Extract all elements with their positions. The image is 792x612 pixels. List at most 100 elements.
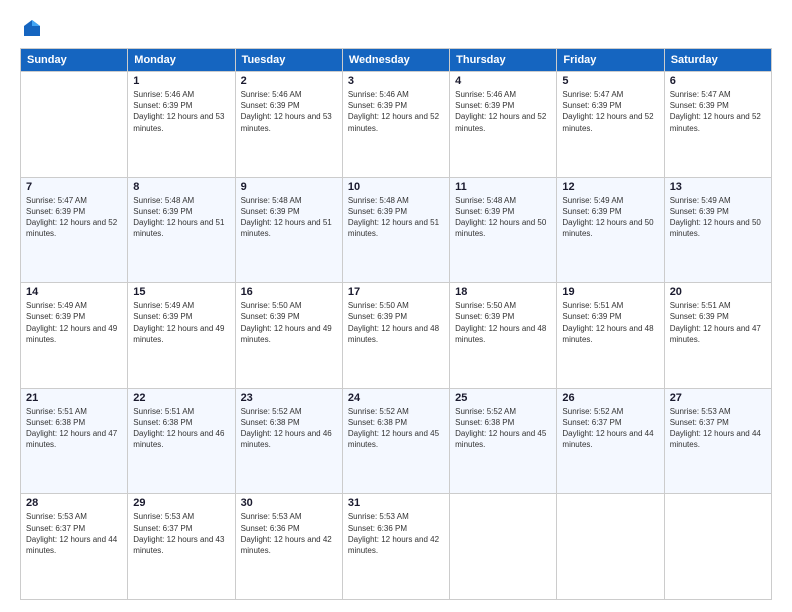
header — [20, 18, 772, 38]
day-number: 26 — [562, 392, 658, 404]
day-info: Sunrise: 5:47 AM Sunset: 6:39 PM Dayligh… — [26, 195, 122, 240]
day-number: 18 — [455, 286, 551, 298]
week-row-3: 14 Sunrise: 5:49 AM Sunset: 6:39 PM Dayli… — [21, 283, 772, 389]
day-number: 31 — [348, 497, 444, 509]
week-row-1: 1 Sunrise: 5:46 AM Sunset: 6:39 PM Daylig… — [21, 72, 772, 178]
day-number: 15 — [133, 286, 229, 298]
calendar-cell: 5 Sunrise: 5:47 AM Sunset: 6:39 PM Daylig… — [557, 72, 664, 178]
day-number: 17 — [348, 286, 444, 298]
calendar-cell: 20 Sunrise: 5:51 AM Sunset: 6:39 PM Dayli… — [664, 283, 771, 389]
day-number: 30 — [241, 497, 337, 509]
calendar-cell: 13 Sunrise: 5:49 AM Sunset: 6:39 PM Dayli… — [664, 177, 771, 283]
calendar-cell: 28Sunrise: 5:53 AM Sunset: 6:37 PM Dayli… — [21, 494, 128, 600]
day-number: 5 — [562, 75, 658, 87]
logo-icon — [22, 18, 42, 38]
day-info: Sunrise: 5:51 AM Sunset: 6:38 PM Dayligh… — [133, 406, 229, 451]
calendar-cell: 3 Sunrise: 5:46 AM Sunset: 6:39 PM Daylig… — [342, 72, 449, 178]
day-number: 28 — [26, 497, 122, 509]
calendar-cell — [450, 494, 557, 600]
day-info: Sunrise: 5:46 AM Sunset: 6:39 PM Dayligh… — [241, 89, 337, 134]
day-number: 19 — [562, 286, 658, 298]
day-info: Sunrise: 5:53 AM Sunset: 6:37 PM Dayligh… — [670, 406, 766, 451]
day-number: 7 — [26, 181, 122, 193]
day-number: 25 — [455, 392, 551, 404]
calendar-cell: 23 Sunrise: 5:52 AM Sunset: 6:38 PM Dayli… — [235, 388, 342, 494]
day-info: Sunrise: 5:51 AM Sunset: 6:39 PM Dayligh… — [562, 300, 658, 345]
day-info: Sunrise: 5:48 AM Sunset: 6:39 PM Dayligh… — [348, 195, 444, 240]
week-row-2: 7 Sunrise: 5:47 AM Sunset: 6:39 PM Daylig… — [21, 177, 772, 283]
day-info: Sunrise: 5:50 AM Sunset: 6:39 PM Dayligh… — [348, 300, 444, 345]
weekday-header-sunday: Sunday — [21, 49, 128, 72]
weekday-header-friday: Friday — [557, 49, 664, 72]
calendar-cell: 18 Sunrise: 5:50 AM Sunset: 6:39 PM Dayli… — [450, 283, 557, 389]
day-number: 4 — [455, 75, 551, 87]
calendar-cell: 21 Sunrise: 5:51 AM Sunset: 6:38 PM Dayli… — [21, 388, 128, 494]
day-info: Sunrise: 5:48 AM Sunset: 6:39 PM Dayligh… — [455, 195, 551, 240]
calendar-cell: 2 Sunrise: 5:46 AM Sunset: 6:39 PM Daylig… — [235, 72, 342, 178]
day-number: 10 — [348, 181, 444, 193]
calendar-cell: 15 Sunrise: 5:49 AM Sunset: 6:39 PM Dayli… — [128, 283, 235, 389]
day-number: 6 — [670, 75, 766, 87]
day-info: Sunrise: 5:50 AM Sunset: 6:39 PM Dayligh… — [241, 300, 337, 345]
calendar-table: SundayMondayTuesdayWednesdayThursdayFrid… — [20, 48, 772, 600]
day-info: Sunrise: 5:53 AM Sunset: 6:36 PM Dayligh… — [348, 511, 444, 556]
calendar-cell: 14 Sunrise: 5:49 AM Sunset: 6:39 PM Dayli… — [21, 283, 128, 389]
calendar-cell: 11 Sunrise: 5:48 AM Sunset: 6:39 PM Dayli… — [450, 177, 557, 283]
day-info: Sunrise: 5:53 AM Sunset: 6:36 PM Dayligh… — [241, 511, 337, 556]
day-number: 9 — [241, 181, 337, 193]
day-number: 20 — [670, 286, 766, 298]
calendar-cell: 19 Sunrise: 5:51 AM Sunset: 6:39 PM Dayli… — [557, 283, 664, 389]
day-number: 29 — [133, 497, 229, 509]
day-number: 21 — [26, 392, 122, 404]
calendar-cell: 16 Sunrise: 5:50 AM Sunset: 6:39 PM Dayli… — [235, 283, 342, 389]
calendar-cell: 8 Sunrise: 5:48 AM Sunset: 6:39 PM Daylig… — [128, 177, 235, 283]
day-number: 11 — [455, 181, 551, 193]
day-info: Sunrise: 5:49 AM Sunset: 6:39 PM Dayligh… — [670, 195, 766, 240]
calendar-cell — [557, 494, 664, 600]
day-info: Sunrise: 5:47 AM Sunset: 6:39 PM Dayligh… — [670, 89, 766, 134]
day-number: 27 — [670, 392, 766, 404]
day-info: Sunrise: 5:53 AM Sunset: 6:37 PM Dayligh… — [133, 511, 229, 556]
day-number: 8 — [133, 181, 229, 193]
day-number: 23 — [241, 392, 337, 404]
day-info: Sunrise: 5:52 AM Sunset: 6:37 PM Dayligh… — [562, 406, 658, 451]
day-number: 3 — [348, 75, 444, 87]
week-row-4: 21 Sunrise: 5:51 AM Sunset: 6:38 PM Dayli… — [21, 388, 772, 494]
calendar-cell: 25 Sunrise: 5:52 AM Sunset: 6:38 PM Dayli… — [450, 388, 557, 494]
day-number: 2 — [241, 75, 337, 87]
day-info: Sunrise: 5:51 AM Sunset: 6:39 PM Dayligh… — [670, 300, 766, 345]
calendar-cell: 6 Sunrise: 5:47 AM Sunset: 6:39 PM Daylig… — [664, 72, 771, 178]
day-info: Sunrise: 5:52 AM Sunset: 6:38 PM Dayligh… — [348, 406, 444, 451]
calendar-cell: 22Sunrise: 5:51 AM Sunset: 6:38 PM Dayli… — [128, 388, 235, 494]
calendar-cell: 7 Sunrise: 5:47 AM Sunset: 6:39 PM Daylig… — [21, 177, 128, 283]
calendar-cell: 31 Sunrise: 5:53 AM Sunset: 6:36 PM Dayli… — [342, 494, 449, 600]
day-info: Sunrise: 5:47 AM Sunset: 6:39 PM Dayligh… — [562, 89, 658, 134]
calendar-cell — [21, 72, 128, 178]
day-info: Sunrise: 5:52 AM Sunset: 6:38 PM Dayligh… — [241, 406, 337, 451]
day-number: 14 — [26, 286, 122, 298]
calendar-cell: 9Sunrise: 5:48 AM Sunset: 6:39 PM Daylig… — [235, 177, 342, 283]
calendar-cell: 17 Sunrise: 5:50 AM Sunset: 6:39 PM Dayli… — [342, 283, 449, 389]
day-info: Sunrise: 5:46 AM Sunset: 6:39 PM Dayligh… — [348, 89, 444, 134]
calendar-cell: 10 Sunrise: 5:48 AM Sunset: 6:39 PM Dayli… — [342, 177, 449, 283]
day-info: Sunrise: 5:51 AM Sunset: 6:38 PM Dayligh… — [26, 406, 122, 451]
day-info: Sunrise: 5:49 AM Sunset: 6:39 PM Dayligh… — [26, 300, 122, 345]
day-number: 16 — [241, 286, 337, 298]
day-info: Sunrise: 5:46 AM Sunset: 6:39 PM Dayligh… — [133, 89, 229, 134]
day-info: Sunrise: 5:46 AM Sunset: 6:39 PM Dayligh… — [455, 89, 551, 134]
calendar-cell: 30 Sunrise: 5:53 AM Sunset: 6:36 PM Dayli… — [235, 494, 342, 600]
day-info: Sunrise: 5:48 AM Sunset: 6:39 PM Dayligh… — [133, 195, 229, 240]
calendar-page: SundayMondayTuesdayWednesdayThursdayFrid… — [0, 0, 792, 612]
day-number: 13 — [670, 181, 766, 193]
calendar-cell: 24 Sunrise: 5:52 AM Sunset: 6:38 PM Dayli… — [342, 388, 449, 494]
weekday-header-wednesday: Wednesday — [342, 49, 449, 72]
weekday-header-saturday: Saturday — [664, 49, 771, 72]
weekday-header-thursday: Thursday — [450, 49, 557, 72]
day-info: Sunrise: 5:50 AM Sunset: 6:39 PM Dayligh… — [455, 300, 551, 345]
day-info: Sunrise: 5:49 AM Sunset: 6:39 PM Dayligh… — [133, 300, 229, 345]
day-info: Sunrise: 5:52 AM Sunset: 6:38 PM Dayligh… — [455, 406, 551, 451]
calendar-cell: 26 Sunrise: 5:52 AM Sunset: 6:37 PM Dayli… — [557, 388, 664, 494]
day-number: 12 — [562, 181, 658, 193]
day-number: 1 — [133, 75, 229, 87]
day-number: 24 — [348, 392, 444, 404]
